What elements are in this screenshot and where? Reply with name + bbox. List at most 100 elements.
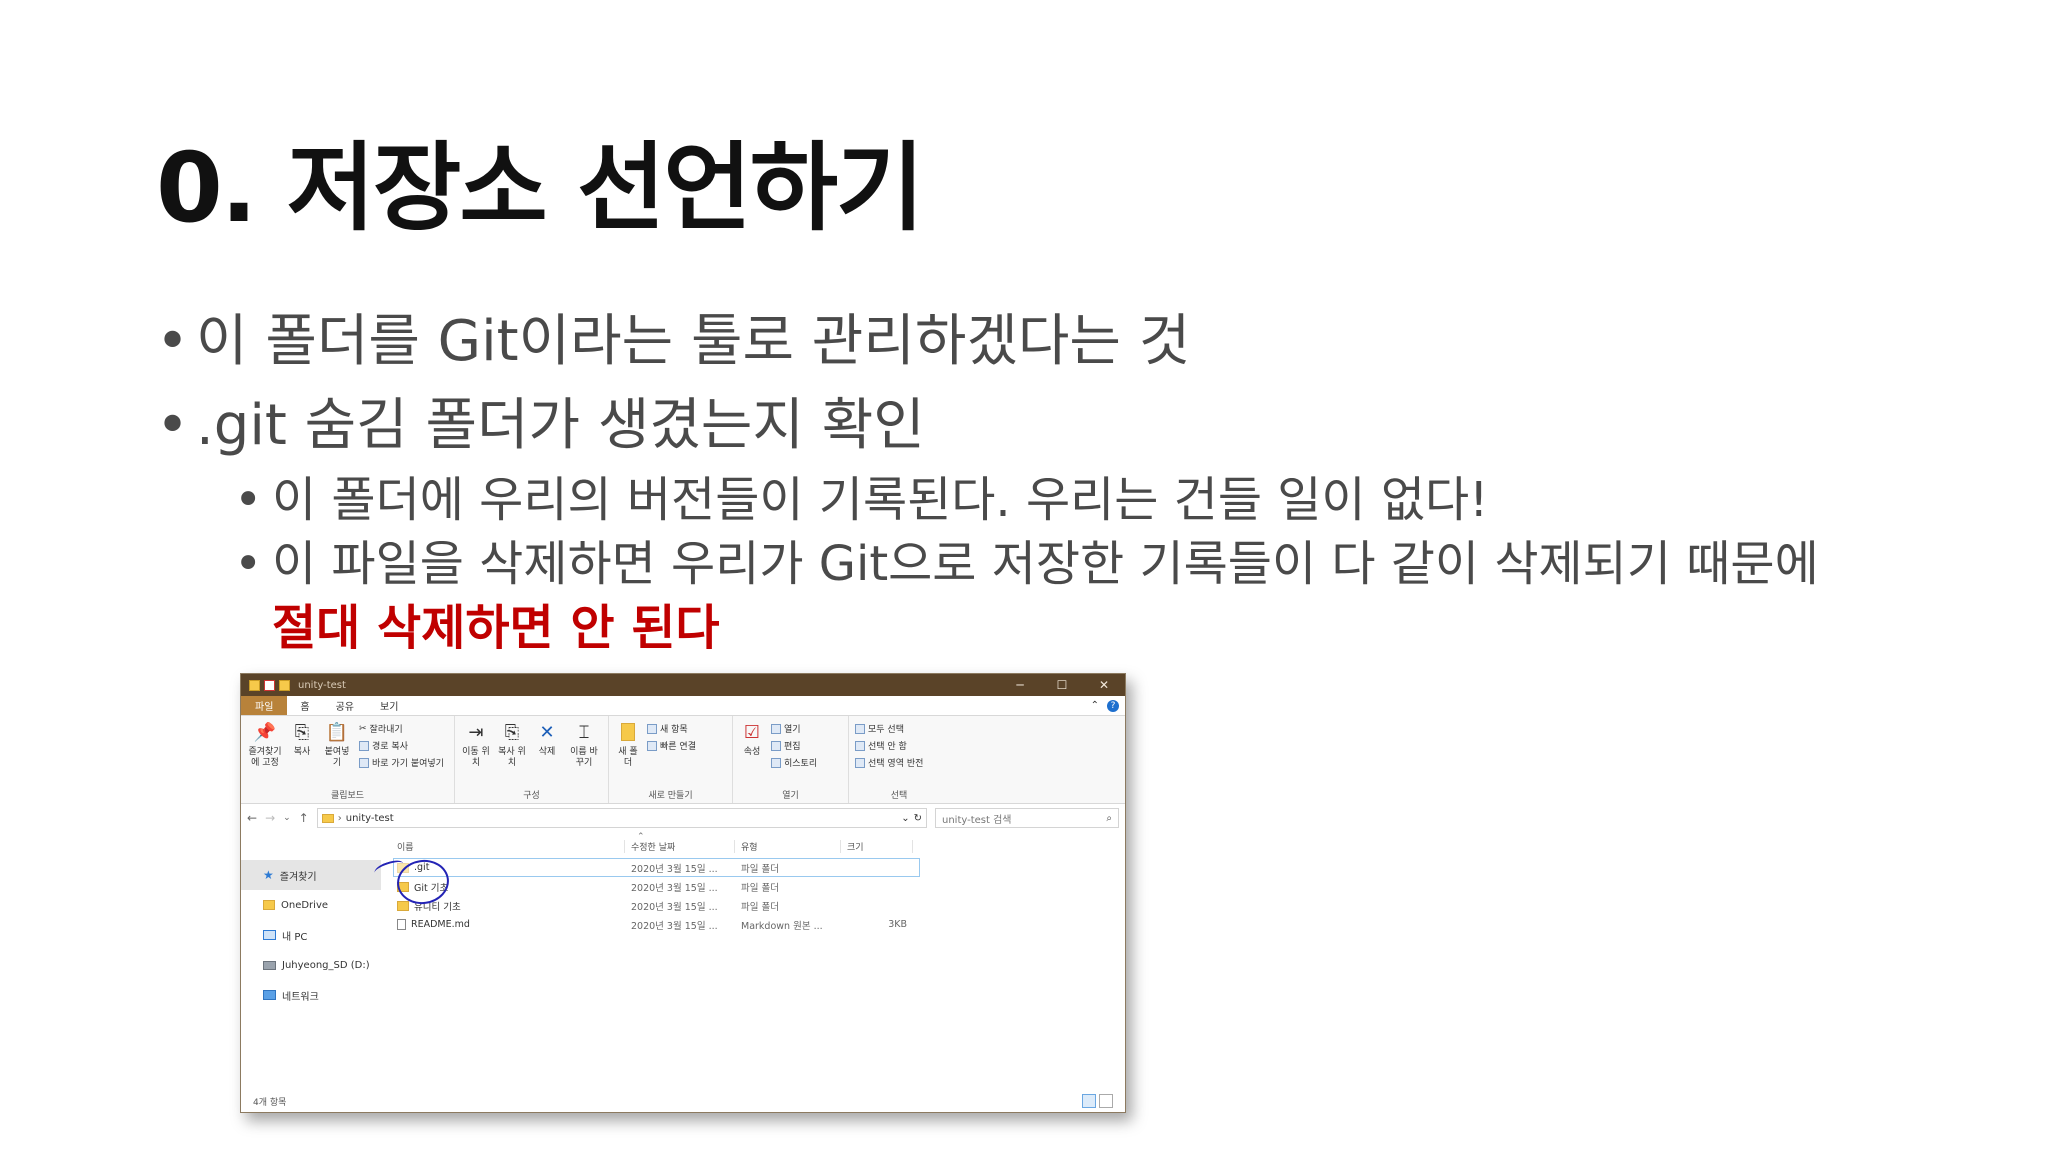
close-button[interactable]: ✕ — [1083, 674, 1125, 696]
properties-icon[interactable] — [264, 679, 275, 691]
folder-icon — [263, 900, 275, 910]
sub-bullet-text: 이 파일을 삭제하면 우리가 Git으로 저장한 기록들이 다 같이 삭제되기 … — [272, 536, 1819, 592]
nav-item-quick-access[interactable]: ★ 즐겨찾기 — [241, 860, 381, 890]
nav-item-this-pc[interactable]: 내 PC — [241, 920, 381, 950]
select-none-icon — [855, 740, 865, 751]
nav-item-onedrive[interactable]: OneDrive — [241, 890, 381, 920]
tab-home[interactable]: 홈 — [287, 696, 322, 715]
open-button[interactable]: 열기 — [771, 722, 817, 735]
open-icon — [771, 723, 781, 734]
breadcrumb[interactable]: unity-test — [346, 813, 394, 824]
search-input[interactable]: unity-test 검색 ⌕ — [935, 808, 1119, 828]
copy-path-button[interactable]: 경로 복사 — [359, 739, 444, 752]
copy-to-icon: ⎘ — [504, 721, 520, 743]
file-name: README.md — [411, 919, 470, 930]
address-dropdown-icon[interactable]: ⌄ — [901, 813, 909, 824]
bullet-item: .git 숨김 폴더가 생겼는지 확인 — [156, 384, 2016, 468]
folder-icon — [249, 679, 260, 691]
back-arrow-icon[interactable]: ← — [247, 811, 257, 825]
markdown-file-icon — [397, 919, 406, 930]
sub-bullet-text: 이 폴더에 우리의 버전들이 기록된다. 우리는 건들 일이 없다! — [272, 472, 1489, 528]
nav-item-network[interactable]: 네트워크 — [241, 980, 381, 1010]
properties-check-icon: ☑ — [743, 721, 761, 743]
invert-icon — [855, 757, 865, 768]
bullet-dot: • — [234, 536, 263, 592]
bullet-dot: • — [234, 472, 263, 528]
pc-icon — [263, 930, 276, 940]
history-icon — [771, 757, 781, 768]
invert-selection-button[interactable]: 선택 영역 반전 — [855, 756, 923, 769]
file-list: ⌃ 이름 수정한 날짜 유형 크기 .git 2020년 3월 15일 ... … — [381, 832, 1125, 1110]
forward-arrow-icon[interactable]: → — [265, 811, 275, 825]
help-icon[interactable]: ? — [1107, 699, 1119, 712]
file-size: 3KB — [888, 919, 907, 930]
cut-button[interactable]: ✂ 잘라내기 — [359, 722, 444, 736]
star-icon: ★ — [263, 868, 274, 882]
folder-icon — [397, 900, 409, 911]
select-all-button[interactable]: 모두 선택 — [855, 722, 923, 735]
file-date: 2020년 3월 15일 ... — [631, 863, 718, 875]
item-count: 4개 항목 — [253, 1097, 287, 1108]
new-item-button[interactable]: 새 항목 — [647, 722, 696, 735]
column-size[interactable]: 크기 — [841, 840, 913, 853]
file-date: 2020년 3월 15일 ... — [631, 920, 718, 932]
rename-icon: ⌶ — [578, 721, 590, 743]
file-row[interactable]: .git 2020년 3월 15일 ... 파일 폴더 — [393, 858, 920, 877]
title-bar: unity-test ─ ☐ ✕ — [241, 674, 1125, 696]
slide-title: 0. 저장소 선언하기 — [156, 132, 924, 244]
file-type: 파일 폴더 — [741, 882, 779, 894]
window-title: unity-test — [298, 679, 346, 691]
group-clipboard: 📌 즐겨찾기에 고정 ⎘ 복사 📋 붙여넣기 ✂ 잘라내기 경로 복사 바로 가기 붙여… — [241, 716, 455, 803]
group-label: 구성 — [523, 791, 540, 801]
tab-share[interactable]: 공유 — [323, 696, 367, 715]
file-row[interactable]: Git 기초 2020년 3월 15일 ... 파일 폴더 — [393, 877, 1125, 896]
recent-dropdown-icon[interactable]: ⌄ — [283, 813, 291, 823]
delete-icon: ✕ — [539, 721, 555, 743]
easy-access-button[interactable]: 빠른 연결 — [647, 739, 696, 752]
nav-item-drive-d[interactable]: Juhyeong_SD (D:) — [241, 950, 381, 980]
file-type: Markdown 원본 ... — [741, 920, 823, 932]
up-arrow-icon[interactable]: ↑ — [299, 811, 309, 825]
collapse-ribbon-icon[interactable]: ⌃ — [1091, 700, 1099, 711]
paste-shortcut-button[interactable]: 바로 가기 붙여넣기 — [359, 756, 444, 769]
group-organize: ⇥ 이동 위치 ⎘ 복사 위치 ✕ 삭제 ⌶ 이름 바꾸기 구성 — [455, 716, 609, 803]
move-icon: ⇥ — [468, 721, 484, 743]
sub-bullet-item: • 이 파일을 삭제하면 우리가 Git으로 저장한 기록들이 다 같이 삭제되기… — [156, 532, 2016, 596]
refresh-icon[interactable]: ↻ — [914, 813, 922, 824]
minimize-button[interactable]: ─ — [999, 674, 1041, 696]
new-folder-icon[interactable] — [279, 679, 290, 691]
details-view-icon[interactable] — [1082, 1094, 1096, 1108]
scissors-icon: ✂ — [359, 723, 367, 734]
tab-view[interactable]: 보기 — [367, 696, 411, 715]
path-icon — [359, 740, 369, 751]
column-headers: 이름 수정한 날짜 유형 크기 — [393, 832, 1125, 858]
navigation-pane: ★ 즐겨찾기 OneDrive 내 PC Juhyeong_SD (D:) 네트워… — [241, 832, 381, 1110]
address-field[interactable]: › unity-test ⌄ ↻ — [316, 808, 927, 828]
edit-button[interactable]: 편집 — [771, 739, 817, 752]
search-icon: ⌕ — [1106, 812, 1112, 824]
maximize-button[interactable]: ☐ — [1041, 674, 1083, 696]
file-row[interactable]: README.md 2020년 3월 15일 ... Markdown 원본 .… — [393, 915, 1125, 934]
drive-icon — [263, 960, 276, 970]
large-icons-view-icon[interactable] — [1099, 1094, 1113, 1108]
sort-arrow-icon: ⌃ — [637, 832, 645, 842]
file-row[interactable]: 유니티 기초 2020년 3월 15일 ... 파일 폴더 — [393, 896, 1125, 915]
group-label: 선택 — [890, 791, 908, 801]
emphasis-text: 절대 삭제하면 안 된다 — [272, 600, 720, 656]
new-folder-icon — [617, 720, 639, 744]
column-type[interactable]: 유형 — [735, 840, 841, 853]
history-button[interactable]: 히스토리 — [771, 756, 817, 769]
pin-icon: 📌 — [253, 721, 277, 743]
status-bar: 4개 항목 — [241, 1090, 1125, 1112]
shortcut-icon — [359, 757, 369, 768]
breadcrumb-separator-icon: › — [337, 812, 342, 824]
easy-access-icon — [647, 740, 657, 751]
select-none-button[interactable]: 선택 안 함 — [855, 739, 923, 752]
file-date: 2020년 3월 15일 ... — [631, 882, 718, 894]
tab-file[interactable]: 파일 — [241, 696, 288, 715]
bullet-list: 이 폴더를 Git이라는 툴로 관리하겠다는 것 .git 숨김 폴더가 생겼는… — [156, 300, 2016, 660]
column-name[interactable]: 이름 — [393, 840, 625, 853]
ribbon: 📌 즐겨찾기에 고정 ⎘ 복사 📋 붙여넣기 ✂ 잘라내기 경로 복사 바로 가기 붙여… — [241, 716, 1125, 804]
group-select: 모두 선택 선택 안 함 선택 영역 반전 선택 — [849, 716, 949, 803]
file-explorer-window: unity-test ─ ☐ ✕ 파일 홈 공유 보기 ⌃ ? 📌 즐겨찾기에 고… — [240, 673, 1126, 1113]
